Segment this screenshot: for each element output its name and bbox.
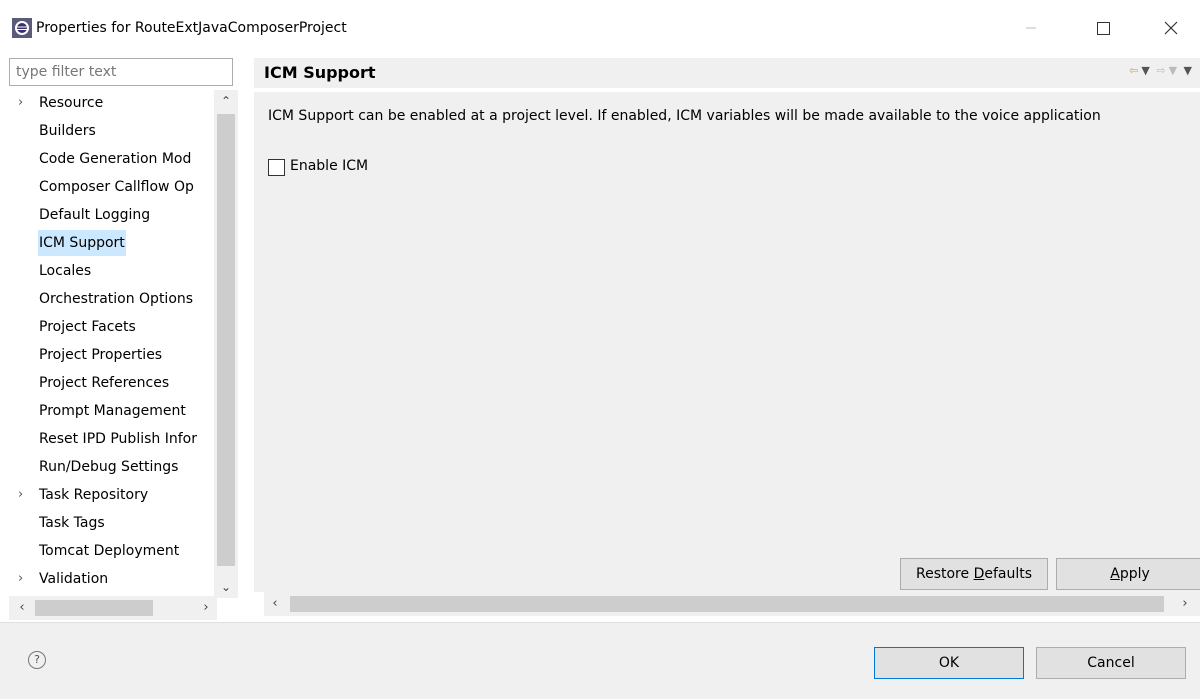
- page-title: ICM Support: [264, 63, 376, 82]
- page-header: ICM Support ⇦ ▼ ⇨ ▼ ▼: [254, 58, 1200, 88]
- tree-item-label: Run/Debug Settings: [39, 459, 179, 475]
- scroll-left-icon[interactable]: ‹: [11, 596, 33, 620]
- dialog-footer: ? OK Cancel: [0, 622, 1200, 699]
- eclipse-icon: [12, 18, 32, 38]
- forward-dropdown-icon[interactable]: ▼: [1169, 64, 1177, 77]
- tree-item-label: Task Tags: [39, 515, 105, 531]
- scroll-thumb[interactable]: [290, 596, 1164, 612]
- tree-item[interactable]: Reset IPD Publish Infor: [9, 426, 219, 452]
- tree-item-label: Prompt Management: [39, 403, 186, 419]
- expand-chevron-icon[interactable]: ›: [18, 482, 23, 508]
- tree-item[interactable]: ICM Support: [9, 230, 219, 256]
- tree-item-label: Builders: [39, 123, 96, 139]
- cancel-button[interactable]: Cancel: [1036, 647, 1186, 679]
- enable-icm-label[interactable]: Enable ICM: [290, 158, 368, 174]
- expand-chevron-icon[interactable]: ›: [18, 90, 23, 116]
- tree-item-label: Orchestration Options: [39, 291, 194, 307]
- tree-item-label: Task Repository: [39, 487, 149, 503]
- tree-item[interactable]: › Validation: [9, 566, 219, 590]
- tree-item[interactable]: Locales: [9, 258, 219, 284]
- tree-item[interactable]: Builders: [9, 118, 219, 144]
- window-title: Properties for RouteExtJavaComposerProje…: [36, 20, 347, 36]
- apply-label-rest: pply: [1119, 566, 1150, 582]
- close-icon[interactable]: [1148, 10, 1194, 46]
- ok-button[interactable]: OK: [874, 647, 1024, 679]
- apply-mnemonic: A: [1110, 566, 1120, 582]
- tree-item[interactable]: Default Logging: [9, 202, 219, 228]
- restore-defaults-button[interactable]: Restore Defaults: [900, 558, 1048, 590]
- scroll-thumb[interactable]: [217, 114, 235, 566]
- tree-item-label: ICM Support: [38, 230, 126, 256]
- tree-vertical-scrollbar[interactable]: ⌃ ⌄: [214, 90, 238, 598]
- scroll-up-icon[interactable]: ⌃: [214, 90, 238, 112]
- enable-icm-checkbox[interactable]: [268, 159, 285, 176]
- tree-item-label: Code Generation Mod: [39, 151, 192, 167]
- restore-defaults-label: Restore: [915, 566, 974, 582]
- scroll-right-icon[interactable]: ›: [195, 596, 217, 620]
- tree-item[interactable]: Code Generation Mod: [9, 146, 219, 172]
- view-menu-icon[interactable]: ▼: [1184, 64, 1192, 77]
- maximize-icon[interactable]: [1080, 10, 1126, 46]
- forward-arrow-icon[interactable]: ⇨: [1156, 64, 1165, 77]
- apply-button[interactable]: Apply: [1056, 558, 1200, 590]
- tree-item-label: Default Logging: [39, 207, 151, 223]
- filter-input[interactable]: [9, 58, 233, 86]
- page-horizontal-scrollbar[interactable]: ‹ ›: [264, 592, 1200, 616]
- property-tree: › Resource Builders Code Generation Mod Comp…: [9, 90, 219, 590]
- tree-item-label: Reset IPD Publish Infor: [39, 431, 197, 447]
- tree-item-label: Locales: [39, 263, 92, 279]
- nav-toolbar: ⇦ ▼ ⇨ ▼ ▼: [1126, 64, 1192, 77]
- tree-item[interactable]: Orchestration Options: [9, 286, 219, 312]
- scroll-left-icon[interactable]: ‹: [264, 592, 286, 616]
- tree-item-label: Project Properties: [39, 347, 163, 363]
- tree-item[interactable]: Project Properties: [9, 342, 219, 368]
- tree-item[interactable]: Run/Debug Settings: [9, 454, 219, 480]
- tree-item[interactable]: Project Facets: [9, 314, 219, 340]
- tree-item-label: Project Facets: [39, 319, 136, 335]
- tree-item-label: Composer Callflow Op: [39, 179, 194, 195]
- help-icon[interactable]: ?: [28, 651, 46, 669]
- tree-item[interactable]: › Resource: [9, 90, 219, 116]
- tree-item-label: Resource: [39, 95, 104, 111]
- scroll-thumb[interactable]: [35, 600, 153, 616]
- tree-item-label: Tomcat Deployment: [39, 543, 180, 559]
- tree-item[interactable]: › Task Repository: [9, 482, 219, 508]
- tree-item[interactable]: Project References: [9, 370, 219, 396]
- tree-item[interactable]: Tomcat Deployment: [9, 538, 219, 564]
- minimize-icon[interactable]: [1008, 10, 1054, 46]
- back-arrow-icon[interactable]: ⇦: [1129, 64, 1138, 77]
- expand-chevron-icon[interactable]: ›: [18, 566, 23, 590]
- tree-item-label: Project References: [39, 375, 170, 391]
- page-body: ICM Support can be enabled at a project …: [254, 92, 1200, 592]
- tree-item[interactable]: Prompt Management: [9, 398, 219, 424]
- scroll-down-icon[interactable]: ⌄: [214, 576, 238, 598]
- restore-defaults-label-rest: efaults: [984, 566, 1033, 582]
- title-bar: Properties for RouteExtJavaComposerProje…: [0, 0, 1200, 60]
- back-dropdown-icon[interactable]: ▼: [1141, 64, 1149, 77]
- tree-horizontal-scrollbar[interactable]: ‹ ›: [9, 596, 217, 620]
- restore-defaults-mnemonic: D: [973, 566, 985, 582]
- tree-item[interactable]: Task Tags: [9, 510, 219, 536]
- page-description: ICM Support can be enabled at a project …: [268, 108, 1101, 124]
- tree-item-label: Validation: [39, 571, 109, 587]
- left-panel: › Resource Builders Code Generation Mod Comp…: [9, 58, 241, 625]
- tree-item[interactable]: Composer Callflow Op: [9, 174, 219, 200]
- scroll-right-icon[interactable]: ›: [1174, 592, 1196, 616]
